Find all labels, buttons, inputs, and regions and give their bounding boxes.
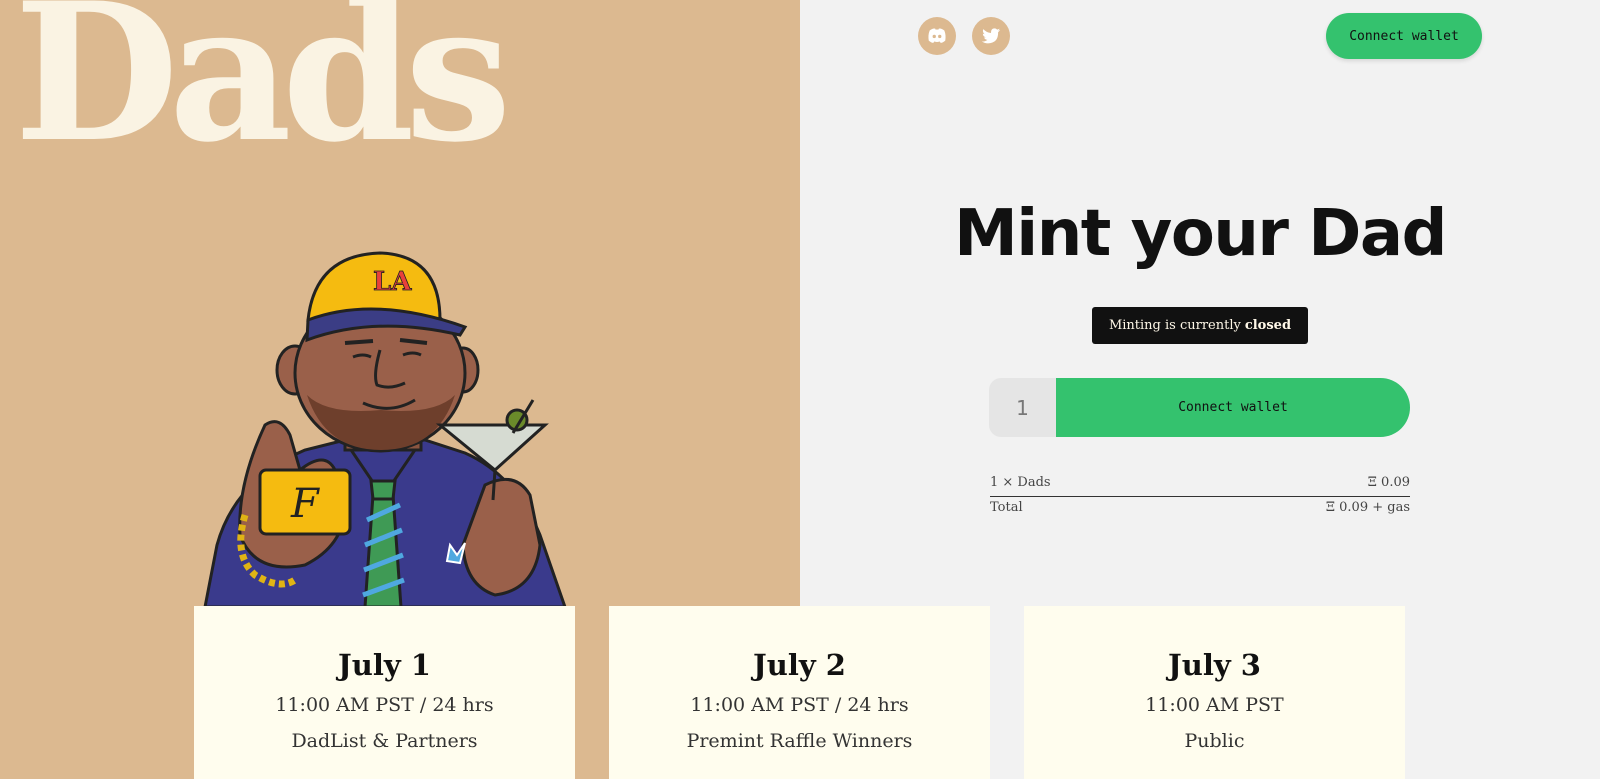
mint-controls: Connect wallet bbox=[989, 378, 1410, 437]
schedule-group: Premint Raffle Winners bbox=[686, 730, 913, 752]
schedule-time: 11:00 AM PST bbox=[1145, 694, 1284, 716]
total-value: Ξ 0.09 + gas bbox=[1325, 500, 1410, 515]
schedule-date: July 3 bbox=[1168, 648, 1261, 682]
connect-wallet-button[interactable]: Connect wallet bbox=[1056, 378, 1410, 437]
dad-illustration: LA F bbox=[203, 251, 567, 607]
cap-logo: LA bbox=[373, 267, 412, 297]
schedule-group: Public bbox=[1184, 730, 1245, 752]
card-logo: F bbox=[290, 481, 320, 527]
minting-status-badge: Minting is currently closed bbox=[1092, 307, 1308, 344]
schedule-date: July 1 bbox=[338, 648, 431, 682]
total-row: Total Ξ 0.09 + gas bbox=[990, 500, 1410, 515]
price-divider bbox=[990, 496, 1410, 497]
schedule-card: July 2 11:00 AM PST / 24 hrs Premint Raf… bbox=[609, 606, 990, 779]
line-item-price: Ξ 0.09 bbox=[1367, 475, 1410, 490]
status-value: closed bbox=[1244, 318, 1292, 333]
status-prefix: Minting is currently bbox=[1108, 318, 1241, 333]
mint-title: Mint your Dad bbox=[954, 197, 1447, 271]
schedule-date: July 2 bbox=[753, 648, 846, 682]
dads-logo[interactable]: Dads bbox=[14, 0, 512, 168]
schedule-time: 11:00 AM PST / 24 hrs bbox=[275, 694, 494, 716]
schedule-group: DadList & Partners bbox=[291, 730, 478, 752]
schedule-time: 11:00 AM PST / 24 hrs bbox=[690, 694, 909, 716]
total-label: Total bbox=[990, 500, 1023, 515]
quantity-input[interactable] bbox=[989, 378, 1056, 437]
twitter-icon bbox=[981, 28, 1001, 44]
twitter-link[interactable] bbox=[972, 17, 1010, 55]
discord-link[interactable] bbox=[918, 17, 956, 55]
line-item-label: 1 × Dads bbox=[990, 475, 1051, 490]
schedule-card: July 1 11:00 AM PST / 24 hrs DadList & P… bbox=[194, 606, 575, 779]
schedule-card: July 3 11:00 AM PST Public bbox=[1024, 606, 1405, 779]
connect-wallet-header-button[interactable]: Connect wallet bbox=[1326, 13, 1482, 59]
discord-icon bbox=[928, 28, 946, 43]
line-item-row: 1 × Dads Ξ 0.09 bbox=[990, 475, 1410, 490]
